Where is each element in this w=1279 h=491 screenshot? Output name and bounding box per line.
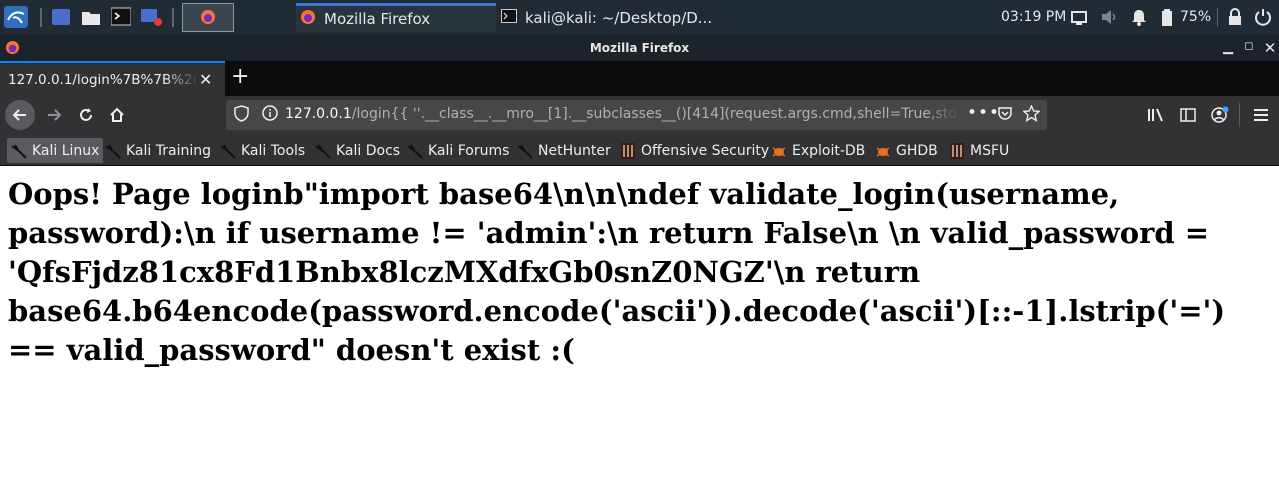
battery-percentage: 75% bbox=[1180, 9, 1212, 25]
close-tab-icon[interactable]: ✕ bbox=[199, 70, 212, 89]
taskbar-item-terminal[interactable]: kali@kali: ~/Desktop/D... bbox=[497, 3, 712, 32]
top-panel: Mozilla Firefox kali@kali: ~/Desktop/D..… bbox=[0, 0, 1279, 35]
window-titlebar[interactable]: Mozilla Firefox ▁ ◻ ✕ bbox=[0, 35, 1279, 61]
tracking-protection-shield-icon[interactable] bbox=[234, 105, 249, 126]
kali-dragon-icon bbox=[11, 143, 27, 159]
new-tab-button[interactable]: + bbox=[231, 65, 249, 89]
exploit-db-bug-icon bbox=[771, 143, 787, 159]
bookmark-kali-linux[interactable]: Kali Linux bbox=[7, 138, 104, 163]
back-arrow-icon bbox=[12, 109, 26, 121]
tab-active[interactable]: 127.0.0.1/login%7B%7B%20''.__class__.__m… bbox=[0, 61, 225, 96]
file-manager-icon[interactable] bbox=[81, 7, 101, 27]
navigation-toolbar: 127.0.0.1/login{{ ''.__class__.__mro__[1… bbox=[0, 96, 1279, 134]
bookmark-star-icon[interactable] bbox=[1022, 104, 1041, 126]
window-title: Mozilla Firefox bbox=[589, 41, 690, 55]
url-bar[interactable]: 127.0.0.1/login{{ ''.__class__.__mro__[1… bbox=[226, 100, 1047, 130]
page-actions-icon[interactable]: ••• bbox=[967, 103, 1000, 123]
battery-icon[interactable] bbox=[1161, 9, 1173, 26]
back-button[interactable] bbox=[5, 100, 35, 130]
firefox-icon bbox=[200, 9, 216, 29]
panel-separator bbox=[1217, 8, 1218, 27]
library-icon bbox=[1148, 108, 1163, 122]
sidebar-button[interactable] bbox=[1174, 101, 1202, 129]
offsec-logo-icon bbox=[620, 142, 636, 159]
minimize-button[interactable]: ▁ bbox=[1221, 40, 1235, 55]
bookmark-label: Kali Training bbox=[126, 142, 211, 159]
bookmark-label: Kali Tools bbox=[241, 142, 306, 159]
workspace-switcher[interactable] bbox=[182, 3, 234, 32]
library-button[interactable] bbox=[1142, 101, 1170, 129]
bookmark-label: Exploit-DB bbox=[792, 142, 866, 159]
bookmark-kali-tools[interactable]: Kali Tools bbox=[220, 138, 305, 163]
bookmark-exploit-db[interactable]: Exploit-DB bbox=[771, 138, 865, 163]
pocket-icon[interactable] bbox=[997, 105, 1013, 125]
panel-separator bbox=[40, 8, 42, 27]
terminal-icon bbox=[501, 8, 517, 27]
sidebar-icon bbox=[1180, 108, 1196, 122]
power-icon[interactable] bbox=[1254, 8, 1272, 26]
terminal-icon[interactable] bbox=[110, 7, 132, 27]
bookmark-ghdb[interactable]: GHDB bbox=[875, 138, 938, 163]
lock-screen-icon[interactable] bbox=[1228, 8, 1242, 26]
firefox-icon bbox=[300, 9, 316, 29]
reload-icon bbox=[80, 108, 92, 121]
bookmark-label: Offensive Security bbox=[641, 142, 770, 159]
taskbar-item-label: Mozilla Firefox bbox=[324, 10, 431, 28]
notifications-bell-icon[interactable] bbox=[1131, 9, 1147, 26]
volume-muted-icon[interactable] bbox=[1101, 9, 1119, 25]
site-info-icon[interactable] bbox=[262, 105, 278, 125]
ghdb-bug-icon bbox=[875, 143, 891, 159]
open-menu-button[interactable] bbox=[1247, 101, 1275, 129]
bookmark-label: Kali Docs bbox=[336, 142, 401, 159]
toolbar-separator bbox=[1239, 103, 1240, 127]
bookmarks-toolbar: Kali Linux Kali Training Kali Tools Kali… bbox=[0, 134, 1279, 166]
kali-dragon-icon bbox=[517, 143, 533, 159]
kali-dragon-icon bbox=[407, 143, 423, 159]
reload-button[interactable] bbox=[72, 101, 100, 129]
msfu-logo-icon bbox=[949, 142, 965, 159]
error-message-heading: Oops! Page loginb"import base64\n\n\ndef… bbox=[8, 177, 1226, 367]
kali-dragon-icon bbox=[315, 143, 331, 159]
bookmark-nethunter[interactable]: NetHunter bbox=[517, 138, 611, 163]
url-input[interactable]: 127.0.0.1/login{{ ''.__class__.__mro__[1… bbox=[285, 106, 959, 122]
show-desktop-icon[interactable] bbox=[51, 7, 71, 27]
bookmark-kali-forums[interactable]: Kali Forums bbox=[407, 138, 509, 163]
screen-recorder-icon[interactable] bbox=[141, 7, 163, 27]
taskbar-item-label: kali@kali: ~/Desktop/D... bbox=[525, 8, 713, 27]
display-icon[interactable] bbox=[1071, 10, 1087, 25]
forward-arrow-icon bbox=[48, 109, 62, 121]
url-host: 127.0.0.1 bbox=[285, 106, 352, 122]
bookmark-label: Kali Linux bbox=[32, 142, 100, 159]
hamburger-menu-icon bbox=[1254, 109, 1268, 121]
kali-menu-icon[interactable] bbox=[4, 6, 28, 28]
bookmark-msfu[interactable]: MSFU bbox=[949, 138, 1009, 163]
maximize-button[interactable]: ◻ bbox=[1242, 39, 1256, 52]
kali-dragon-icon bbox=[220, 143, 236, 159]
close-window-button[interactable]: ✕ bbox=[1263, 39, 1277, 57]
forward-button[interactable] bbox=[40, 101, 68, 129]
bookmark-label: GHDB bbox=[896, 142, 938, 159]
page-content: Oops! Page loginb"import base64\n\n\ndef… bbox=[0, 167, 1279, 491]
bookmark-offensive-security[interactable]: Offensive Security bbox=[620, 138, 769, 163]
bookmark-label: NetHunter bbox=[538, 142, 611, 159]
home-icon bbox=[110, 107, 124, 122]
taskbar-item-firefox[interactable]: Mozilla Firefox bbox=[296, 3, 496, 32]
tab-strip: 127.0.0.1/login%7B%7B%20''.__class__.__m… bbox=[0, 61, 1279, 96]
home-button[interactable] bbox=[103, 101, 131, 129]
bookmark-label: Kali Forums bbox=[428, 142, 510, 159]
tab-title: 127.0.0.1/login%7B%7B%20''.__class__.__m… bbox=[8, 72, 198, 88]
bookmark-kali-training[interactable]: Kali Training bbox=[105, 138, 211, 163]
bookmark-label: MSFU bbox=[970, 142, 1010, 159]
bookmark-kali-docs[interactable]: Kali Docs bbox=[315, 138, 400, 163]
account-button[interactable] bbox=[1206, 101, 1234, 129]
url-path: /login{{ ''.__class__.__mro__[1].__subcl… bbox=[351, 106, 959, 122]
panel-separator bbox=[172, 8, 174, 27]
panel-clock[interactable]: 03:19 PM bbox=[1001, 9, 1066, 25]
kali-dragon-icon bbox=[105, 143, 121, 159]
account-icon bbox=[1211, 106, 1229, 123]
